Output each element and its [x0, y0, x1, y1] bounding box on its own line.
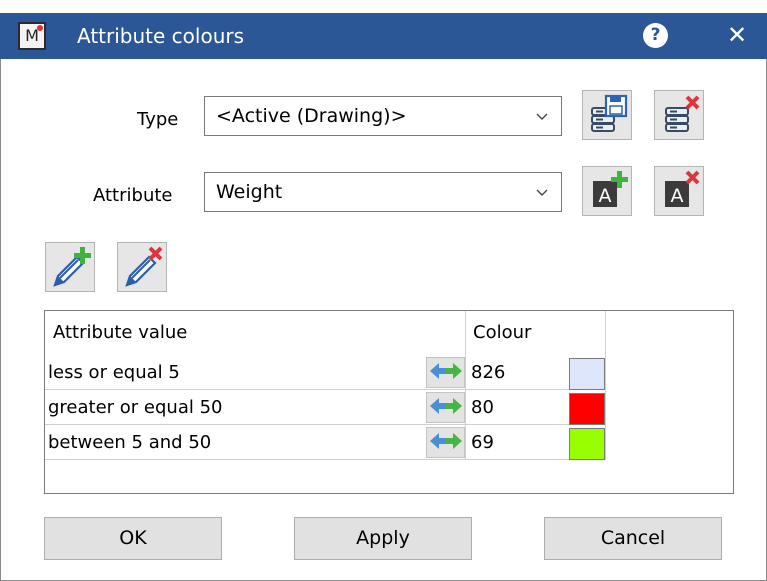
attribute-dropdown[interactable]: Weight: [204, 172, 562, 212]
delete-value-button[interactable]: [117, 242, 167, 292]
cancel-button[interactable]: Cancel: [544, 517, 722, 560]
swap-arrows-icon: [430, 433, 462, 449]
colour-code-cell[interactable]: 69: [471, 431, 494, 455]
app-icon-badge: [37, 25, 43, 31]
attribute-dropdown-value: Weight: [216, 181, 283, 203]
add-value-button[interactable]: [45, 242, 95, 292]
title-bar-top-strip: [0, 0, 767, 13]
pencil-delete-icon: [125, 246, 163, 287]
attribute-add-glyph: A: [599, 185, 612, 207]
colour-swatch[interactable]: [569, 393, 605, 425]
table-row[interactable]: less or equal 5 826: [45, 356, 605, 390]
swap-button[interactable]: [426, 427, 465, 458]
help-icon[interactable]: ?: [643, 23, 668, 48]
swap-arrows-icon: [430, 363, 462, 379]
column-header-colour[interactable]: Colour: [473, 321, 531, 345]
colour-code-cell[interactable]: 80: [471, 396, 494, 420]
swap-button[interactable]: [426, 357, 465, 388]
colour-code-cell[interactable]: 826: [471, 361, 505, 385]
apply-button[interactable]: Apply: [294, 517, 472, 560]
chevron-down-icon: [536, 189, 548, 196]
chevron-down-icon: [536, 113, 548, 120]
type-dropdown-value: <Active (Drawing)>: [216, 105, 407, 127]
colour-swatch[interactable]: [569, 428, 605, 460]
column-divider: [605, 311, 606, 460]
column-header-attribute-value[interactable]: Attribute value: [53, 321, 187, 345]
delete-attribute-button[interactable]: A: [654, 166, 704, 216]
attribute-delete-icon: A: [665, 170, 700, 207]
app-icon[interactable]: M: [18, 22, 46, 50]
type-label: Type: [137, 109, 179, 130]
window-title: Attribute colours: [77, 24, 245, 48]
ok-button[interactable]: OK: [44, 517, 222, 560]
attribute-label: Attribute: [93, 185, 173, 206]
close-icon[interactable]: ✕: [722, 18, 752, 52]
add-attribute-button[interactable]: A: [582, 166, 632, 216]
attribute-delete-glyph: A: [671, 185, 684, 207]
table-row[interactable]: greater or equal 50 80: [45, 391, 605, 425]
delete-type-button[interactable]: [654, 90, 704, 140]
pencil-add-icon: [53, 247, 91, 287]
save-type-button[interactable]: [582, 90, 632, 140]
swap-button[interactable]: [426, 392, 465, 423]
attribute-value-cell[interactable]: between 5 and 50: [48, 431, 211, 455]
attribute-colour-table[interactable]: Attribute value Colour less or equal 5 8…: [44, 310, 734, 494]
type-dropdown[interactable]: <Active (Drawing)>: [204, 96, 562, 136]
attribute-add-icon: A: [593, 171, 628, 207]
database-delete-icon: [665, 95, 700, 132]
attribute-value-cell[interactable]: less or equal 5: [48, 361, 180, 385]
table-row[interactable]: between 5 and 50 69: [45, 426, 605, 460]
database-save-icon: [591, 94, 628, 132]
swap-arrows-icon: [430, 398, 462, 414]
attribute-value-cell[interactable]: greater or equal 50: [48, 396, 223, 420]
colour-swatch[interactable]: [569, 358, 605, 390]
